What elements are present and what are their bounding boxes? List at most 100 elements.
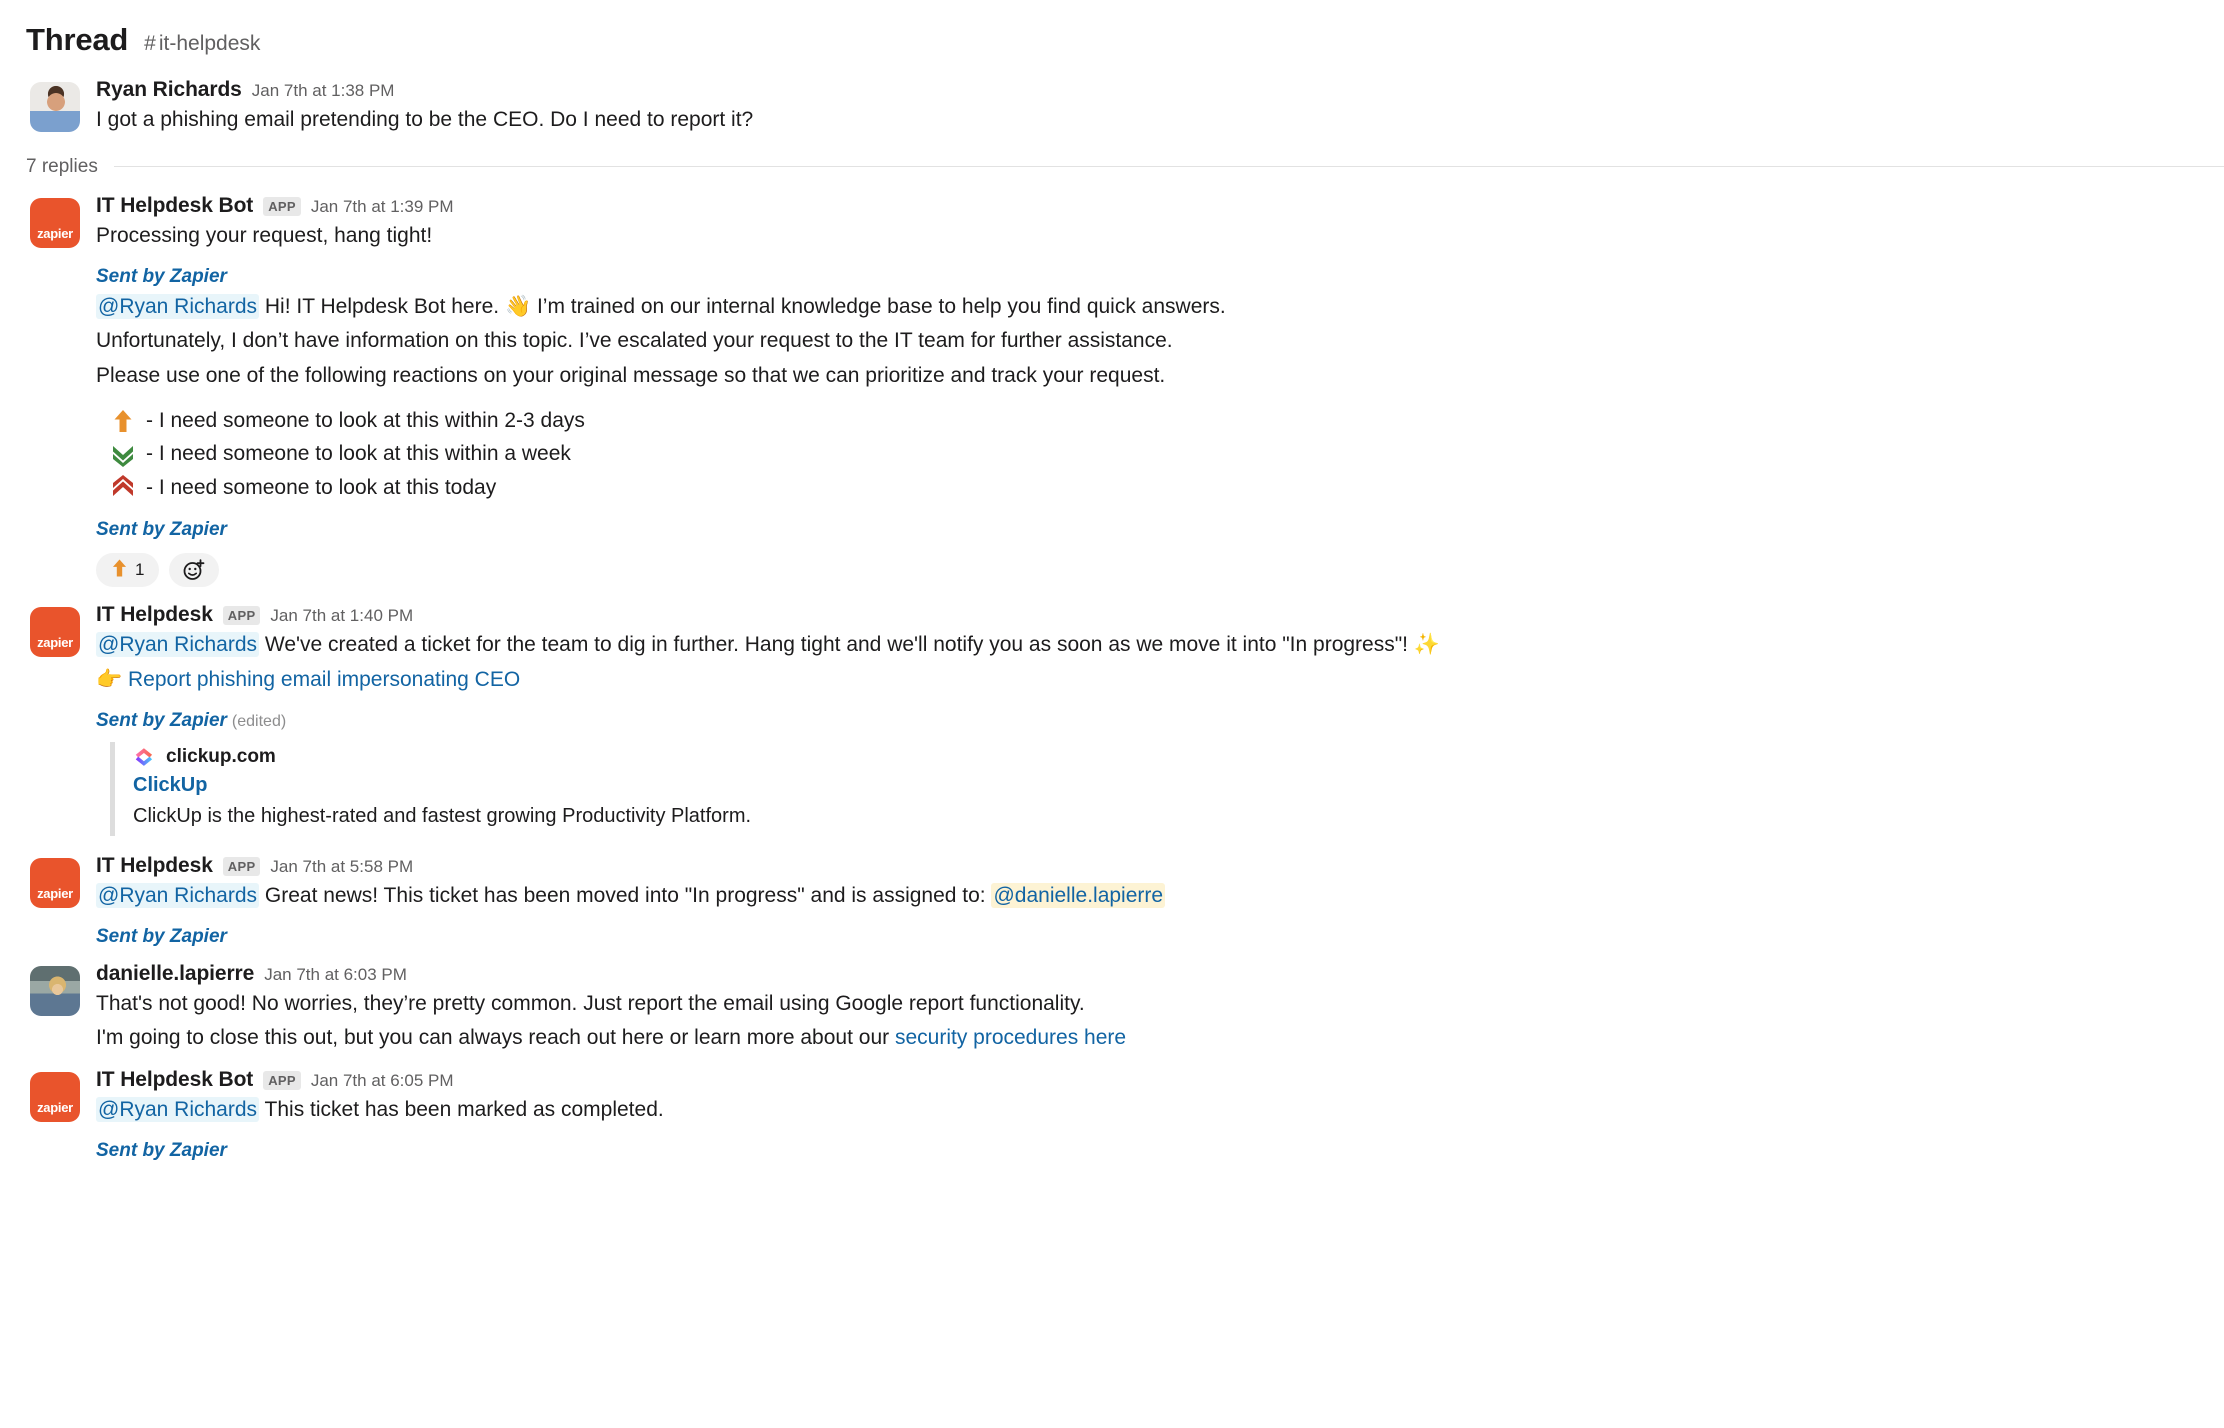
message-header: IT Helpdesk APP Jan 7th at 5:58 PM [96,854,2194,877]
message-body: IT Helpdesk APP Jan 7th at 5:58 PM @Ryan… [96,854,2224,952]
message-body: IT Helpdesk Bot APP Jan 7th at 1:39 PM P… [96,194,2224,593]
message-author[interactable]: danielle.lapierre [96,962,254,985]
sent-by-footer: Sent by Zapier [96,1139,227,1161]
hash-icon: # [144,32,156,55]
closing-text: I'm going to close this out, but you can… [96,1026,895,1050]
channel-name: it-helpdesk [158,32,261,55]
avatar-column: zapier [30,854,96,952]
mention-ryan-richards[interactable]: @Ryan Richards [96,293,260,319]
message-author[interactable]: Ryan Richards [96,78,242,101]
reaction-count: 1 [135,560,145,580]
zapier-app-icon[interactable]: zapier [30,1071,80,1122]
message-timestamp[interactable]: Jan 7th at 1:38 PM [252,81,395,101]
app-badge: APP [222,856,261,876]
app-badge: APP [263,196,301,216]
message-header: Ryan Richards Jan 7th at 1:38 PM [96,78,2194,101]
arrow-up-orange-icon [111,558,128,583]
channel-breadcrumb[interactable]: # it-helpdesk [144,32,260,56]
avatar-column: zapier [30,603,96,844]
avatar[interactable] [30,965,80,1016]
mention-ryan-richards[interactable]: @Ryan Richards [96,1097,260,1123]
message-text: @Ryan Richards We've created a ticket fo… [96,630,2194,661]
link-preview-title[interactable]: ClickUp [133,774,1210,797]
pointing-right-icon: 👉 [96,667,123,691]
message-author[interactable]: IT Helpdesk [96,854,213,877]
in-progress-text: Great news! This ticket has been moved i… [264,883,986,907]
root-message: Ryan Richards Jan 7th at 1:38 PM I got a… [0,72,2224,144]
message-header: IT Helpdesk APP Jan 7th at 1:40 PM [96,603,2194,626]
ticket-link[interactable]: Report phishing email impersonating CEO [128,668,520,691]
reactions-bar: 1 [96,553,2194,588]
edited-label: (edited) [231,712,287,730]
message-text-instructions: Please use one of the following reaction… [96,363,1166,387]
zapier-app-icon[interactable]: zapier [30,607,80,658]
message-text-advice: That's not good! No worries, they’re pre… [96,991,1085,1015]
thread-panel: Thread # it-helpdesk Ryan Richards Jan 7… [0,0,2224,1428]
message-body: danielle.lapierre Jan 7th at 6:03 PM Tha… [96,962,2224,1058]
add-emoji-icon [184,559,205,580]
message-author[interactable]: IT Helpdesk [96,603,213,626]
avatar-column: zapier [30,1068,96,1166]
divider-line [113,166,2224,168]
sent-by-footer: Sent by Zapier [96,265,227,287]
security-procedures-link[interactable]: security procedures here [895,1026,1126,1049]
avatar[interactable] [30,82,80,132]
replies-count-label: 7 replies [26,155,98,177]
message-header: danielle.lapierre Jan 7th at 6:03 PM [96,962,2194,985]
zapier-app-icon[interactable]: zapier [30,857,80,908]
greeting-text: Hi! IT Helpdesk Bot here. [264,294,500,318]
priority-label: - I need someone to look at this within … [146,442,571,466]
avatar-column [30,78,96,140]
mention-ryan-richards[interactable]: @Ryan Richards [96,632,260,658]
message-timestamp[interactable]: Jan 7th at 6:03 PM [264,965,407,985]
message-body: Ryan Richards Jan 7th at 1:38 PM I got a… [96,78,2224,140]
zapier-logo-text: zapier [37,885,73,901]
zapier-logo-text: zapier [37,1099,73,1115]
link-preview-domain[interactable]: clickup.com [166,746,276,768]
message-text-processing: Processing your request, hang tight! [96,224,433,247]
message-text: @Ryan Richards Great news! This ticket h… [96,881,2194,912]
link-preview[interactable]: clickup.com ClickUp ClickUp is the highe… [110,741,1210,836]
zapier-app-icon[interactable]: zapier [30,197,80,248]
link-preview-description: ClickUp is the highest-rated and fastest… [133,804,752,827]
greeting-tail-text: I’m trained on our internal knowledge ba… [536,294,1226,318]
avatar-column: zapier [30,194,96,593]
priority-label: - I need someone to look at this within … [146,408,585,432]
ticket-created-text: We've created a ticket for the team to d… [264,633,1409,657]
sent-by-footer: Sent by Zapier [96,519,227,541]
message-header: IT Helpdesk Bot APP Jan 7th at 6:05 PM [96,1068,2194,1091]
message-author[interactable]: IT Helpdesk Bot [96,194,253,217]
replies-divider: 7 replies [0,144,2224,188]
add-reaction-button[interactable] [169,553,220,588]
sent-by-footer: Sent by Zapier [96,925,227,947]
message-timestamp[interactable]: Jan 7th at 1:40 PM [270,606,413,626]
mention-danielle-lapierre[interactable]: @danielle.lapierre [991,882,1166,908]
waving-hand-icon: 👋 [504,294,532,318]
avatar-column [30,962,96,1058]
message-timestamp[interactable]: Jan 7th at 6:05 PM [311,1071,454,1091]
page-title: Thread [26,22,129,57]
message-timestamp[interactable]: Jan 7th at 1:39 PM [311,197,454,217]
sparkles-icon: ✨ [1413,633,1441,657]
zapier-logo-text: zapier [37,225,73,241]
mention-ryan-richards[interactable]: @Ryan Richards [96,882,260,908]
list-item: - I need someone to look at this within … [96,437,2194,471]
priority-label: - I need someone to look at this today [146,476,497,500]
message-ticket-in-progress: zapier IT Helpdesk APP Jan 7th at 5:58 P… [0,848,2224,956]
list-item: - I need someone to look at this within … [96,404,2194,438]
message-author[interactable]: IT Helpdesk Bot [96,1068,253,1091]
reaction-arrow-up[interactable]: 1 [96,553,160,588]
message-text-closing: I'm going to close this out, but you can… [96,1023,2194,1054]
message-text: @Ryan Richards This ticket has been mark… [96,1095,2194,1126]
clickup-favicon-icon [133,746,155,768]
ticket-link-row: 👉 Report phishing email impersonating CE… [96,665,2194,696]
app-badge: APP [263,1070,301,1091]
app-badge: APP [222,606,261,626]
arrow-up-orange-icon [108,407,138,435]
message-bot-intro: zapier IT Helpdesk Bot APP Jan 7th at 1:… [0,188,2224,597]
message-ticket-created: zapier IT Helpdesk APP Jan 7th at 1:40 P… [0,597,2224,848]
link-preview-site: clickup.com [133,746,1210,768]
message-timestamp[interactable]: Jan 7th at 5:58 PM [270,857,413,877]
message-text: I got a phishing email pretending to be … [96,108,754,132]
sent-by-footer: Sent by Zapier (edited) [96,710,2194,732]
